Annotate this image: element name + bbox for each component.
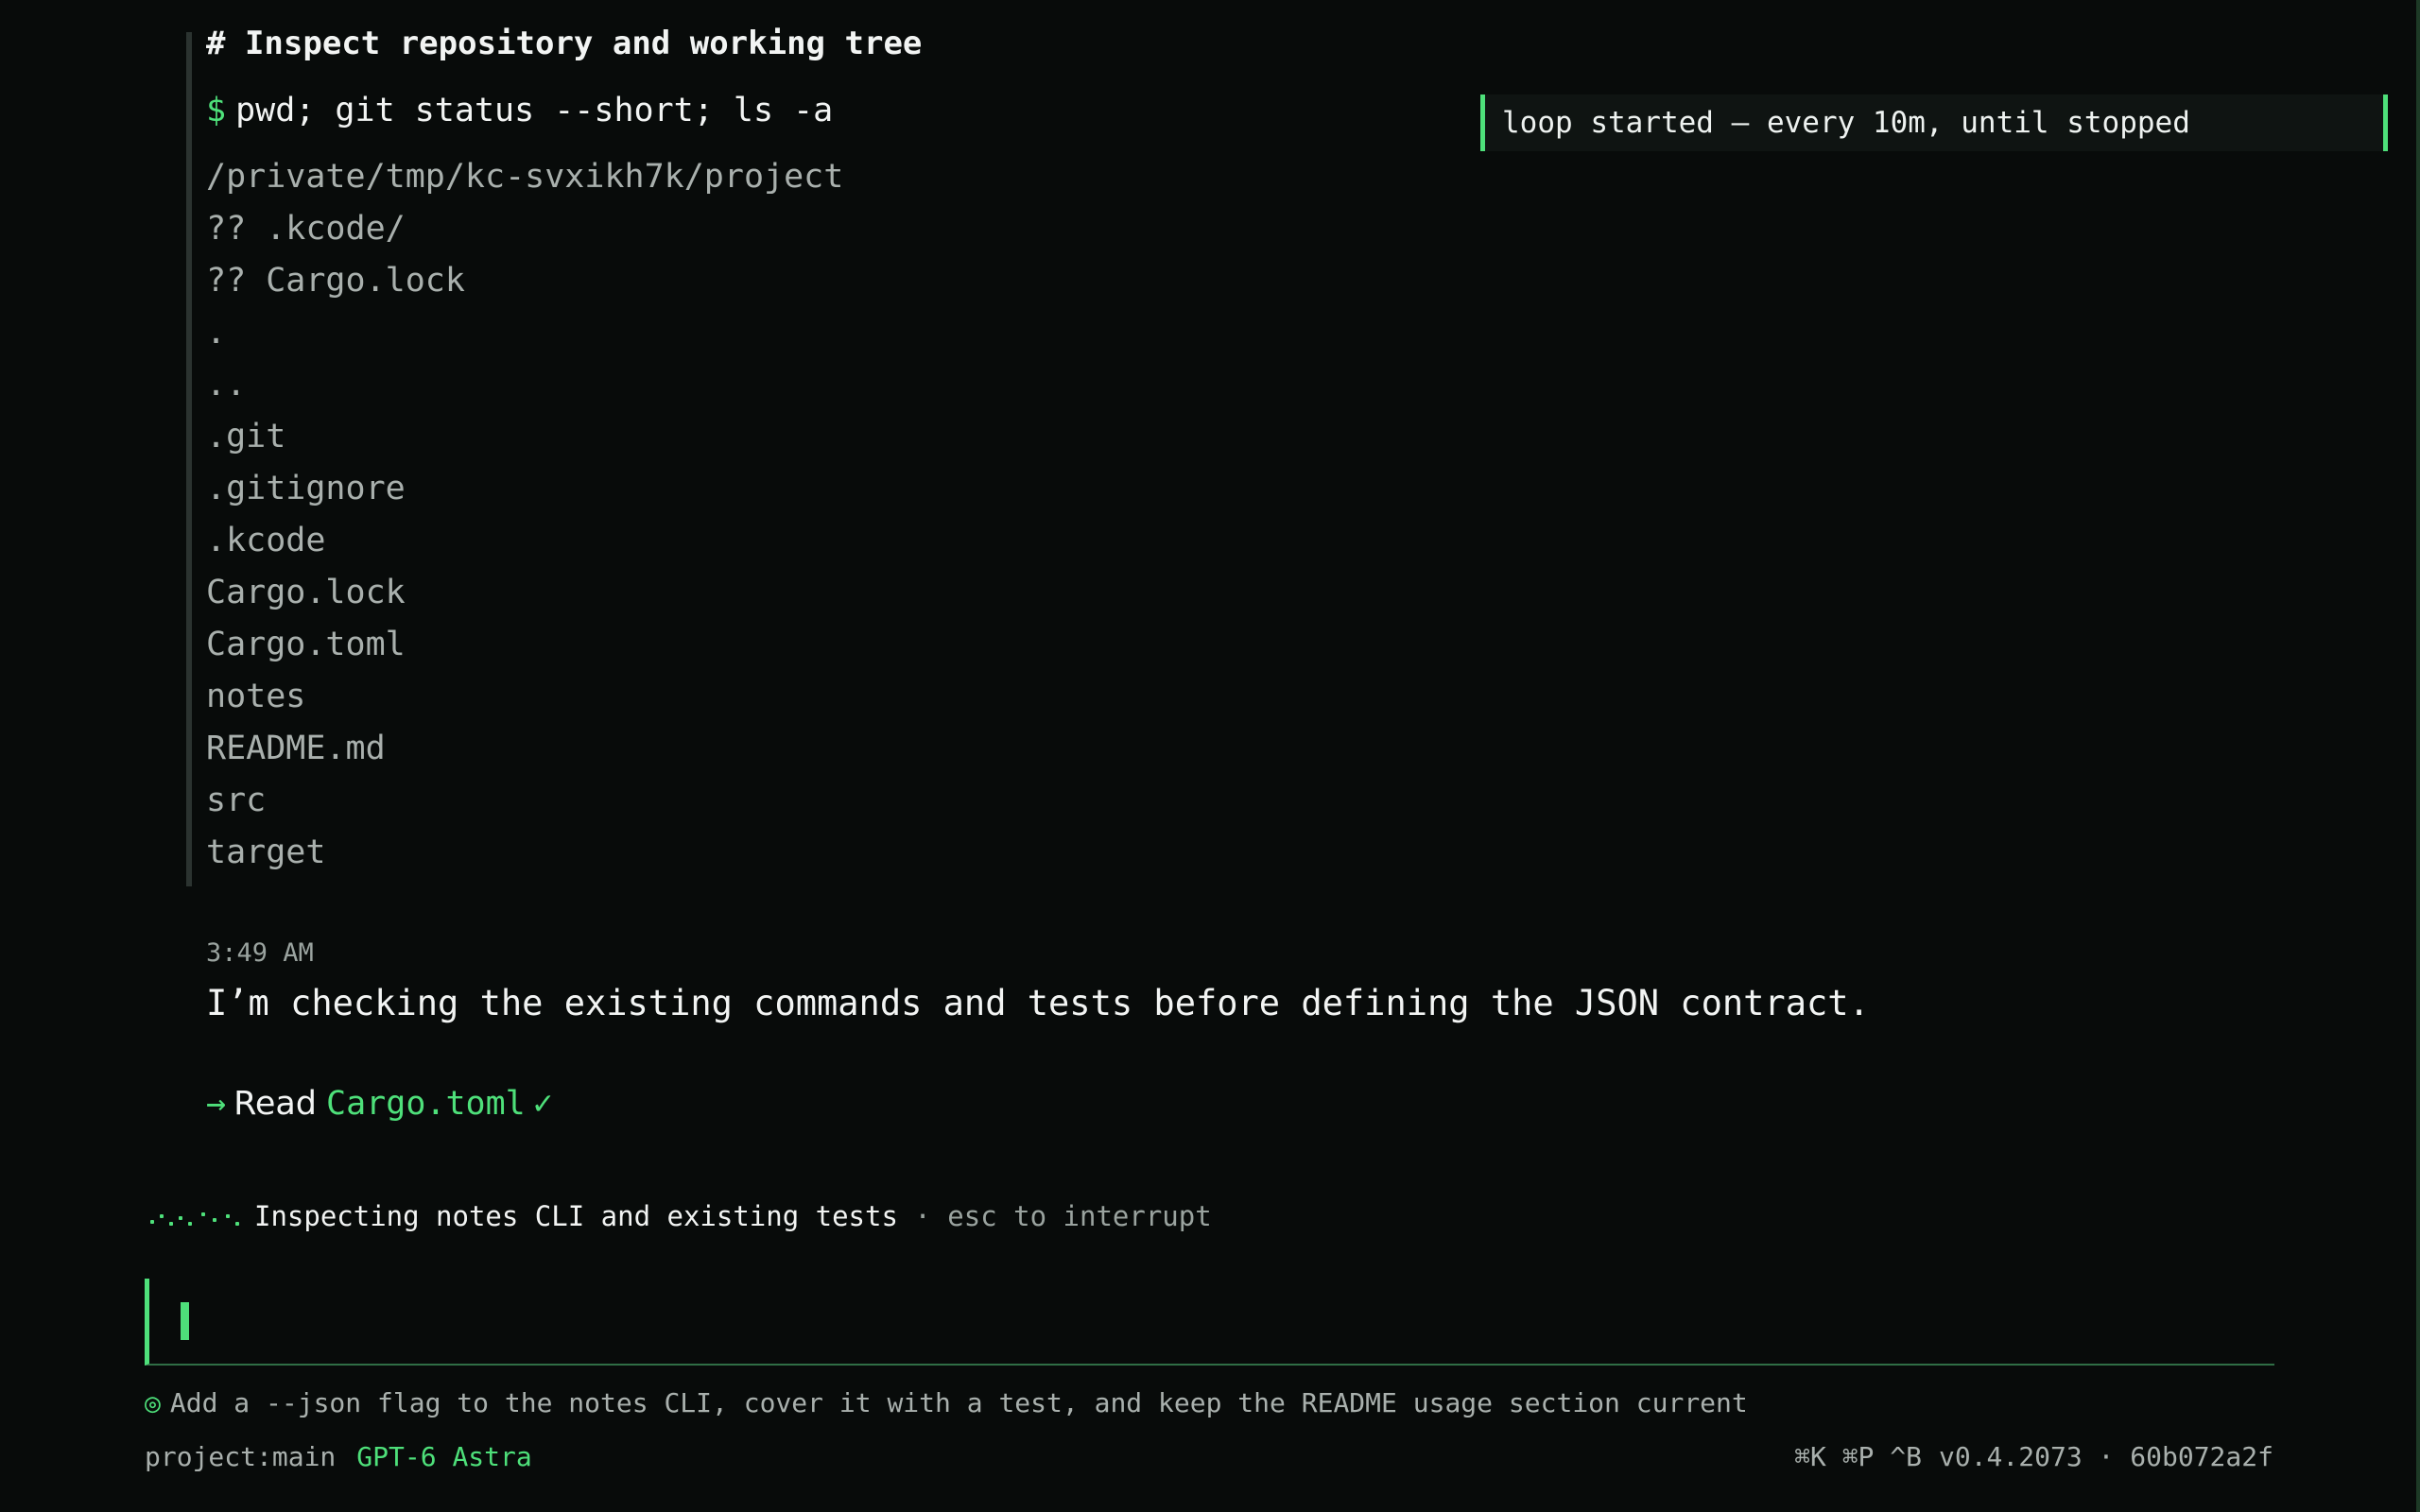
output-line: /private/tmp/kc-svxikh7k/project [206,158,844,196]
prompt-input-box[interactable] [145,1279,2274,1366]
text-caret [181,1302,189,1340]
output-line: .git [206,418,286,455]
target-icon: ◎ [145,1387,161,1418]
output-line: ?? Cargo.lock [206,262,465,300]
footer-right: ⌘K ⌘P ^B v0.4.2073 · 60b072a2f [1794,1441,2273,1472]
activity-text: Inspecting notes CLI and existing tests [254,1200,898,1232]
shell-prompt-symbol: $ [206,92,227,129]
command-text: pwd; git status --short; ls -a [235,92,834,129]
check-icon: ✓ [532,1085,553,1123]
command-output-list: /private/tmp/kc-svxikh7k/project ?? .kco… [206,151,843,879]
command-line: $ pwd; git status --short; ls -a [206,92,833,129]
message-timestamp: 3:49 AM [206,938,314,968]
arrow-right-icon: → [206,1085,227,1123]
version-label: v0.4.2073 · 60b072a2f [1938,1441,2273,1472]
output-line: src [206,782,267,819]
output-line: target [206,833,326,871]
output-line: . [206,314,227,352]
read-file-action: → Read Cargo.toml ✓ [206,1085,553,1123]
output-line: .gitignore [206,470,406,507]
task-text: Add a --json flag to the notes CLI, cove… [169,1387,1748,1418]
output-line: .kcode [206,522,326,559]
footer-left: project:main GPT-6 Astra [145,1441,532,1472]
output-line: .. [206,366,247,404]
output-line: Cargo.toml [206,626,406,663]
spinner-icon [147,1209,241,1228]
output-line: README.md [206,730,386,767]
loop-notice-toast: loop started — every 10m, until stopped [1480,94,2388,151]
task-summary: ◎ Add a --json flag to the notes CLI, cov… [145,1387,1748,1418]
output-line: notes [206,678,306,715]
model-name[interactable]: GPT-6 Astra [356,1441,531,1472]
tool-block-title: # Inspect repository and working tree [206,25,923,62]
activity-status: Inspecting notes CLI and existing tests … [147,1200,1212,1232]
read-action-verb: Read [233,1085,318,1123]
output-line: Cargo.lock [206,574,406,611]
project-branch-label: project:main [145,1441,337,1472]
interrupt-hint: · esc to interrupt [914,1200,1212,1232]
read-file-link[interactable]: Cargo.toml [326,1085,526,1123]
output-line: ?? .kcode/ [206,210,406,248]
window-edge-rule [2416,0,2420,1512]
assistant-message: I’m checking the existing commands and t… [206,983,1870,1023]
keyboard-shortcuts: ⌘K ⌘P ^B [1794,1441,1922,1472]
